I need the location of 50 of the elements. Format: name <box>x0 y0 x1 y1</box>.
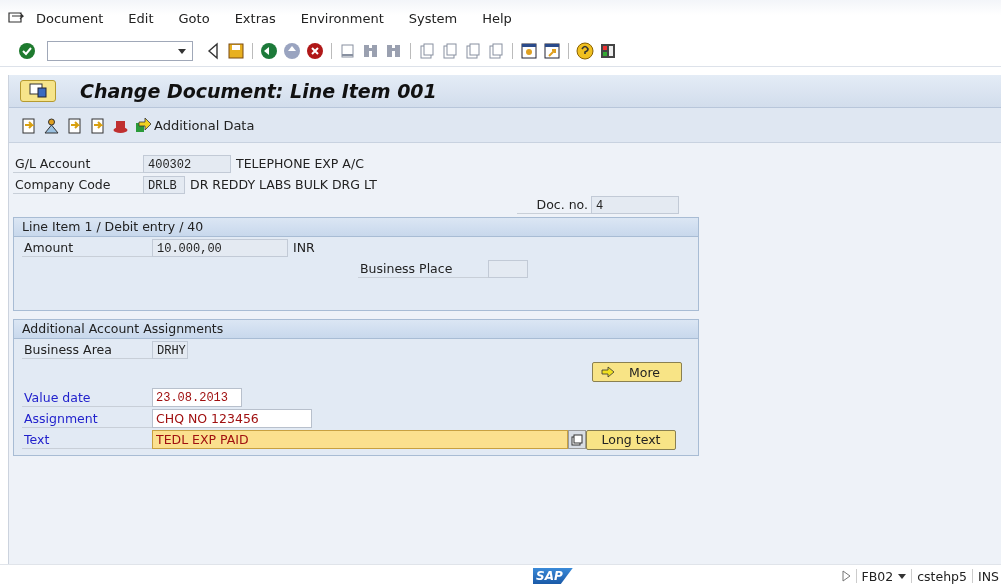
copy-icon <box>571 433 583 446</box>
dropdown-icon[interactable] <box>898 573 907 579</box>
window-icon[interactable] <box>520 42 538 60</box>
display-field <box>488 259 528 278</box>
input-mode: INS <box>978 568 999 584</box>
field-description: TELEPHONE EXP A/C <box>236 156 364 171</box>
input-field[interactable]: CHQ NO 123456 <box>152 409 312 428</box>
display-field: 400302 <box>143 154 231 173</box>
arrow-icon <box>601 366 615 378</box>
document-icon[interactable] <box>20 116 37 134</box>
menu-item[interactable]: Extras <box>234 10 276 26</box>
display-field: DRHY <box>152 340 188 359</box>
menu-item[interactable]: Help <box>482 10 512 26</box>
menu-button[interactable] <box>20 80 56 102</box>
command-field[interactable] <box>47 41 193 61</box>
menu-item[interactable]: Environment <box>300 10 384 26</box>
screen-title: Change Document: Line Item 001 <box>80 80 437 102</box>
menu-icon[interactable] <box>8 11 24 25</box>
currency-text: INR <box>293 240 315 255</box>
server-name: cstehp5 <box>917 568 967 584</box>
document-icon[interactable] <box>89 116 106 134</box>
dropdown-icon[interactable] <box>178 48 186 54</box>
save-icon[interactable] <box>227 42 245 60</box>
window-icon[interactable] <box>543 42 561 60</box>
layout-icon[interactable] <box>599 42 617 60</box>
arrow-icon <box>135 117 151 133</box>
input-field[interactable]: TEDL EXP PAID <box>152 430 568 449</box>
help-icon[interactable] <box>576 42 594 60</box>
cancel-icon[interactable] <box>306 42 324 60</box>
field-description: DR REDDY LABS BULK DRG LT <box>190 177 377 192</box>
logo: SAP <box>533 568 573 584</box>
menu-item[interactable]: Edit <box>128 10 154 26</box>
menu-item[interactable]: System <box>408 10 458 26</box>
menu-item[interactable]: Goto <box>178 10 210 26</box>
copy-button[interactable] <box>568 430 586 449</box>
display-field: 4 <box>591 196 679 214</box>
transaction-code: FB02 <box>861 568 894 584</box>
group-title: Additional Account Assignments <box>14 320 698 339</box>
person-icon[interactable] <box>43 116 60 134</box>
screen-icon <box>29 83 47 99</box>
input-field[interactable]: 23.08.2013 <box>152 388 242 407</box>
more-button[interactable]: More <box>592 362 682 382</box>
display-field: 10.000,00 <box>152 238 288 257</box>
additional-data-button[interactable]: Additional Data <box>135 117 255 133</box>
display-field: DRLB <box>143 175 185 194</box>
long-text-button[interactable]: Long text <box>586 429 676 450</box>
group-title: Line Item 1 / Debit entry / 40 <box>14 218 698 237</box>
document-icon[interactable] <box>66 116 83 134</box>
menu-item[interactable]: Document <box>36 10 104 26</box>
checkmark-icon[interactable] <box>18 42 36 60</box>
